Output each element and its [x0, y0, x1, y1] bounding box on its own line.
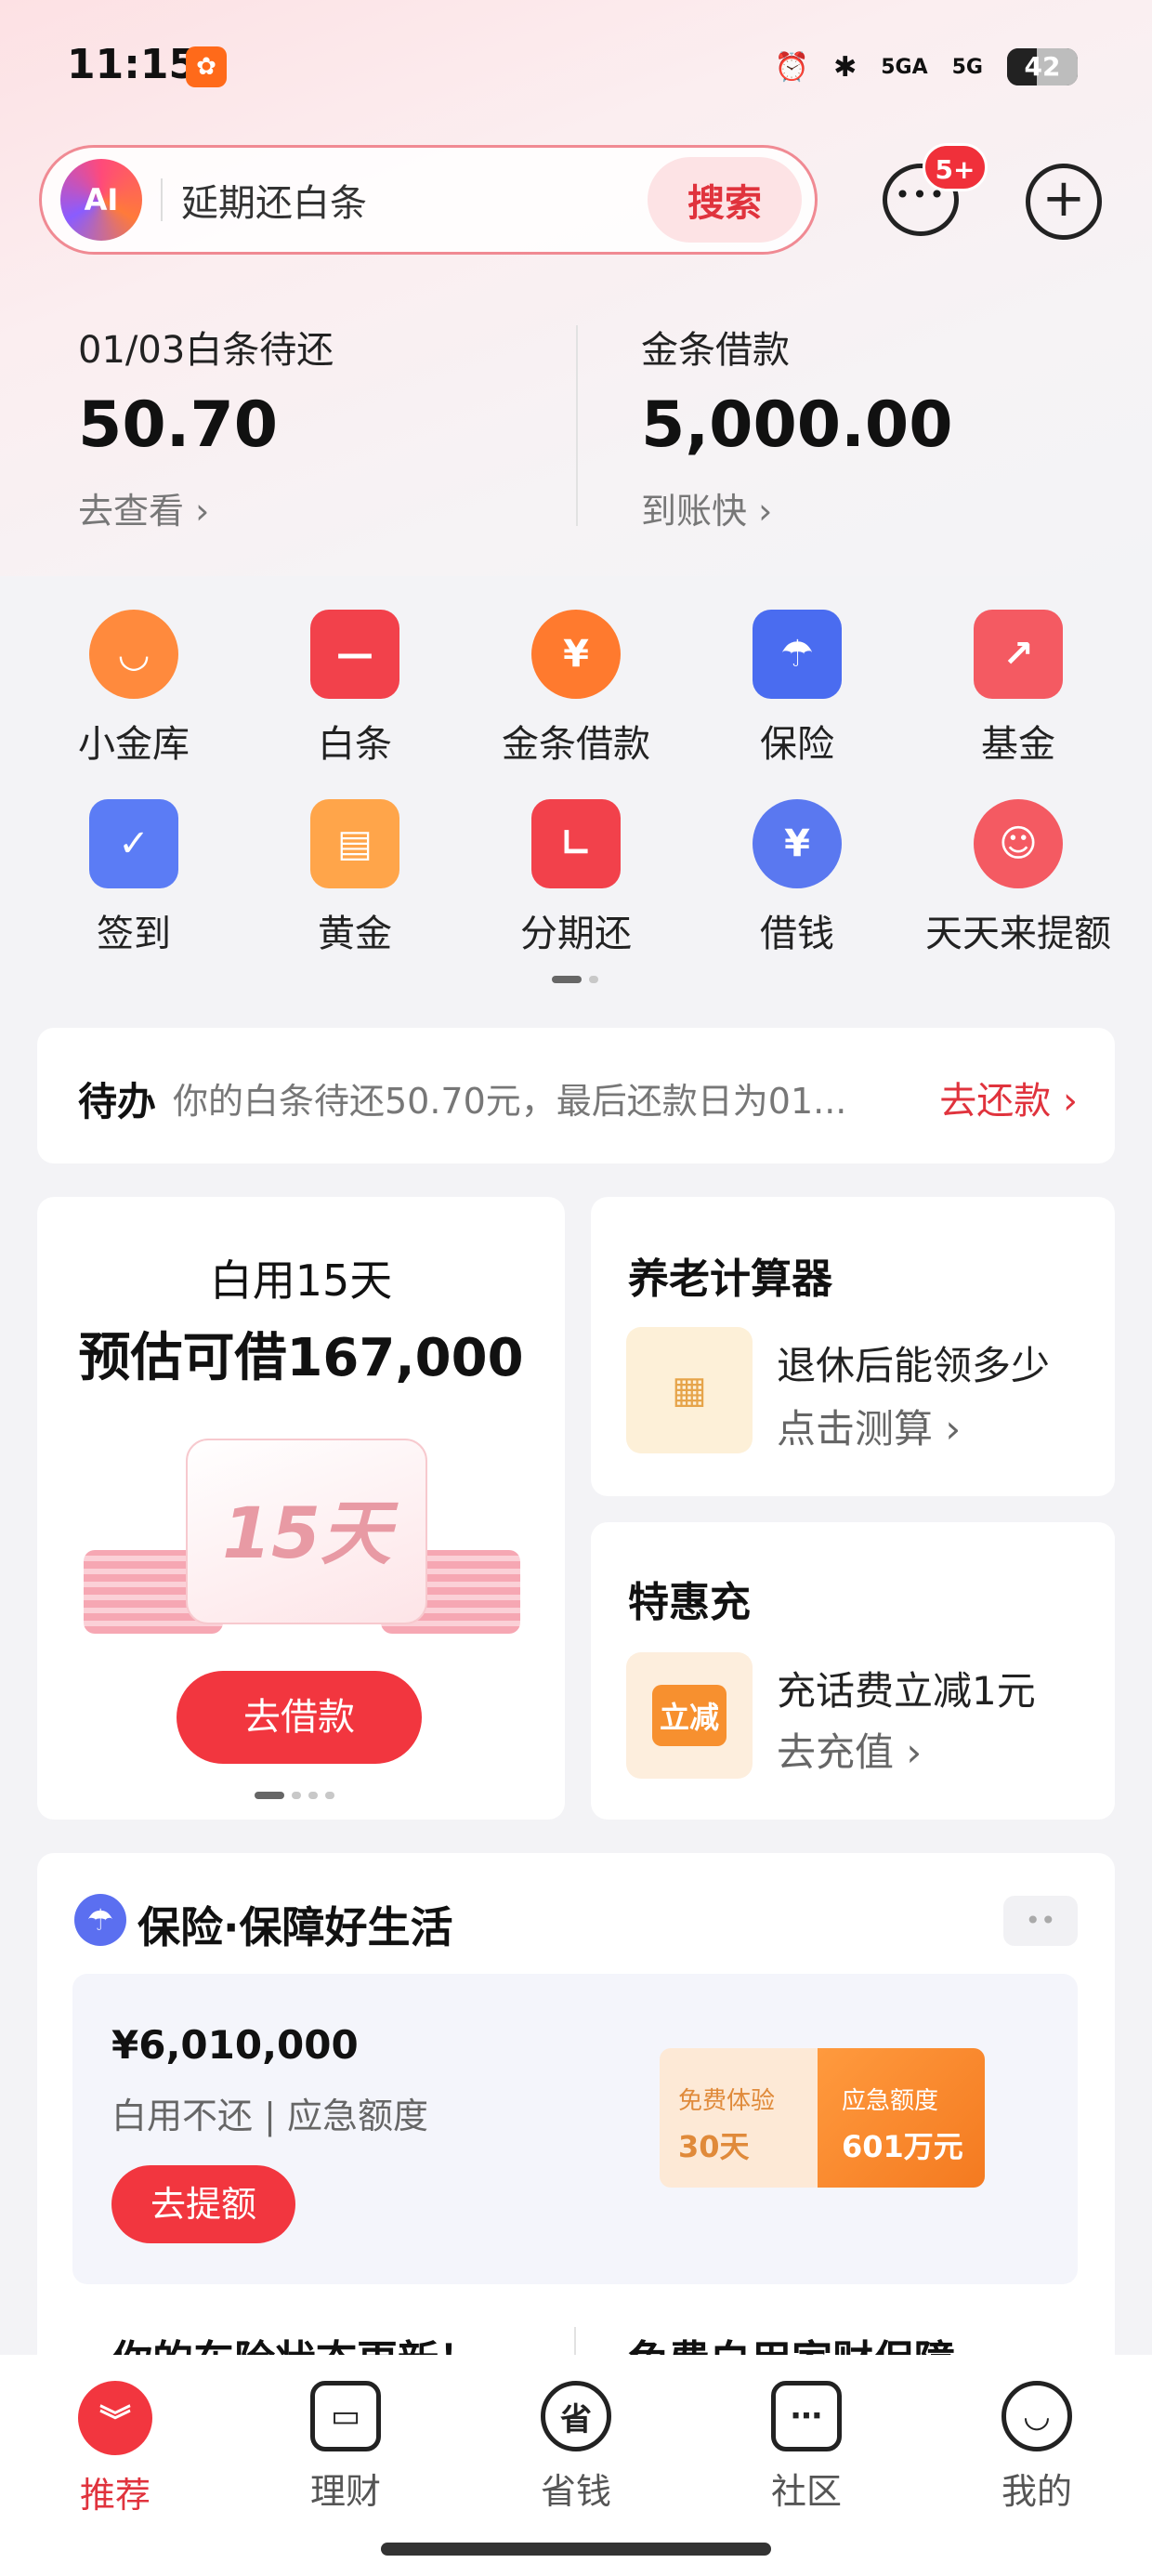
grid-item[interactable]: — 白条 — [243, 610, 466, 768]
insurance-title: 保险·保障好生活 — [137, 1902, 453, 1952]
grid-item-label: 保险 — [760, 723, 834, 766]
repay-link[interactable]: 去还款 › — [939, 1071, 1078, 1124]
calendar-check-icon: ✓ — [89, 799, 178, 888]
status-time: 11:15 — [67, 41, 198, 88]
topup-main-text: 充话费立减1元 — [777, 1668, 1036, 1714]
grid-item[interactable]: ◡ 小金库 — [22, 610, 245, 768]
grid-item-label: 小金库 — [78, 723, 190, 766]
todo-card[interactable]: 待办 你的白条待还50.70元，最后还款日为01... 去还款 › — [37, 1028, 1115, 1163]
money-bag-icon: ¥ — [753, 799, 842, 888]
pension-calc-link[interactable]: 点击测算 › — [777, 1398, 961, 1454]
grid-item[interactable]: ¥ 借钱 — [686, 799, 909, 957]
calculator-icon: ▦ — [626, 1327, 753, 1453]
installment-icon: ∟ — [531, 799, 621, 888]
pension-title: 养老计算器 — [628, 1255, 832, 1303]
search-bar[interactable]: AI 延期还白条 搜索 — [39, 145, 818, 255]
topup-link[interactable]: 去充值 › — [777, 1721, 922, 1778]
search-input[interactable]: 延期还白条 — [181, 173, 648, 227]
search-divider — [161, 178, 163, 221]
more-options-icon[interactable]: •• — [1003, 1896, 1078, 1946]
status-icons: ⏰ ✱ 5GA 5G 42 — [775, 43, 1078, 91]
insurance-desc: 白用不还 | 应急额度 — [111, 2096, 428, 2136]
double-chevron-down-icon: ︾ — [78, 2381, 152, 2455]
grid-item-label: 签到 — [97, 913, 171, 955]
grid-item[interactable]: ▤ 黄金 — [243, 799, 466, 957]
piggy-bag-icon: ◡ — [89, 610, 178, 699]
tab-recommend[interactable]: ︾ 推荐 — [41, 2381, 190, 2517]
grid-item-label: 金条借款 — [502, 723, 650, 766]
tab-finance[interactable]: ▭ 理财 — [271, 2381, 420, 2514]
baitiao-label: 01/03白条待还 — [78, 329, 334, 372]
jintiao-balance[interactable]: 金条借款 5,000.00 到账快 › — [641, 320, 953, 533]
tab-mine[interactable]: ◡ 我的 — [962, 2381, 1111, 2514]
pension-main-text: 退休后能领多少 — [777, 1343, 1051, 1388]
baitiao-balance[interactable]: 01/03白条待还 50.70 去查看 › — [78, 320, 334, 533]
grid-item-label: 黄金 — [318, 913, 392, 955]
baitiao-view-link[interactable]: 去查看 › — [78, 482, 334, 533]
grid-page-indicator — [552, 976, 598, 983]
grid-item[interactable]: ∟ 分期还 — [465, 799, 687, 957]
smile-icon: ◡ — [1001, 2381, 1072, 2451]
topup-title: 特惠充 — [628, 1579, 751, 1626]
grid-item[interactable]: ☂ 保险 — [686, 610, 909, 768]
umbrella-shield-icon: ☂ — [753, 610, 842, 699]
grid-item[interactable]: ¥ 金条借款 — [465, 610, 687, 768]
discount-arrow-icon: 立减 — [626, 1652, 753, 1779]
todo-title: 待办 — [78, 1079, 157, 1124]
search-button[interactable]: 搜索 — [648, 157, 802, 243]
insurance-amount: ¥6,010,000 — [111, 2022, 359, 2068]
borrow-button[interactable]: 去借款 — [177, 1671, 422, 1764]
loan-card[interactable]: 白用15天 预估可借167,000 15天 去借款 — [37, 1197, 565, 1820]
grid-item-label: 天天来提额 — [925, 913, 1111, 955]
insurance-panel[interactable]: ¥6,010,000 白用不还 | 应急额度 去提额 免费体验 30天 应急额度… — [72, 1974, 1078, 2284]
grid-item[interactable]: ☺ 天天来提额 — [907, 799, 1130, 957]
alarm-icon: ⏰ — [774, 50, 810, 84]
grid-item-label: 白条 — [318, 723, 392, 766]
signal-5g-icon: 5G — [951, 55, 983, 79]
mascot-icon: ☺ — [974, 799, 1063, 888]
battery-icon: 42 — [1007, 48, 1078, 85]
loan-subtitle: 白用15天 — [209, 1255, 393, 1306]
fifteen-days-tag: 15天 — [186, 1439, 427, 1624]
raise-limit-button[interactable]: 去提额 — [111, 2165, 295, 2243]
jintiao-label: 金条借款 — [641, 329, 790, 372]
chat-icon: ⋯ — [771, 2381, 842, 2451]
loan-page-indicator — [255, 1792, 334, 1799]
wallet-icon: ▭ — [310, 2381, 381, 2451]
grid-item[interactable]: ✓ 签到 — [22, 799, 245, 957]
topup-card[interactable]: 特惠充 立减 充话费立减1元 去充值 › — [591, 1522, 1115, 1820]
insurance-card: ☂ 保险·保障好生活 •• ¥6,010,000 白用不还 | 应急额度 去提额… — [37, 1853, 1115, 2411]
loan-headline: 预估可借167,000 — [78, 1328, 524, 1388]
home-indicator[interactable] — [381, 2543, 771, 2556]
gold-bars-icon: ▤ — [310, 799, 399, 888]
jintiao-fast-link[interactable]: 到账快 › — [641, 482, 953, 533]
message-badge: 5+ — [923, 143, 988, 191]
save-money-icon: 省 — [541, 2381, 611, 2451]
signal-5ga-icon: 5GA — [881, 55, 928, 79]
tab-community[interactable]: ⋯ 社区 — [732, 2381, 881, 2514]
add-icon[interactable]: + — [1026, 164, 1102, 240]
grid-item-label: 基金 — [981, 723, 1055, 766]
jintiao-amount: 5,000.00 — [641, 388, 953, 462]
tao-app-icon: ✿ — [186, 46, 227, 87]
fund-chart-icon: ↗ — [974, 610, 1063, 699]
todo-text: 你的白条待还50.70元，最后还款日为01... — [173, 1081, 847, 1122]
bluetooth-icon: ✱ — [833, 50, 857, 84]
tab-save-money[interactable]: 省 省钱 — [502, 2381, 650, 2514]
balance-divider — [576, 325, 578, 526]
white-bill-icon: — — [310, 610, 399, 699]
grid-item-label: 借钱 — [760, 913, 834, 955]
yuan-coin-icon: ¥ — [531, 610, 621, 699]
baitiao-amount: 50.70 — [78, 388, 279, 462]
cash-stack-illustration: 15天 — [84, 1439, 520, 1652]
umbrella-icon: ☂ — [74, 1894, 126, 1946]
grid-item[interactable]: ↗ 基金 — [907, 610, 1130, 768]
grid-item-label: 分期还 — [520, 913, 632, 955]
emergency-quota-illustration: 免费体验 30天 应急额度 601万元 — [660, 2048, 985, 2188]
ai-assistant-icon[interactable]: AI — [60, 159, 142, 241]
pension-calculator-card[interactable]: 养老计算器 ▦ 退休后能领多少 点击测算 › — [591, 1197, 1115, 1496]
